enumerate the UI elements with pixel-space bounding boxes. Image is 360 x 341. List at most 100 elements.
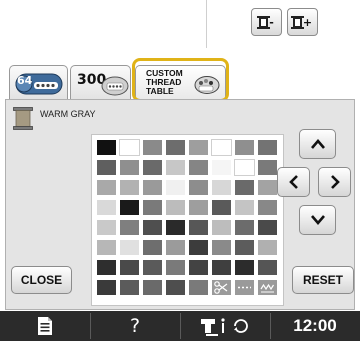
color-swatch[interactable]: [143, 180, 162, 195]
color-swatch[interactable]: [166, 180, 185, 195]
tab-64-label: 64: [17, 74, 33, 87]
close-button-label: CLOSE: [20, 273, 63, 287]
color-swatch[interactable]: [189, 260, 208, 275]
color-swatch[interactable]: [234, 159, 255, 176]
custom-tab-highlight: [132, 58, 229, 102]
color-swatch[interactable]: [189, 240, 208, 255]
thread-plus-label: +: [302, 15, 313, 29]
wave-function-cell[interactable]: [258, 280, 277, 295]
tab-64-colors[interactable]: 64: [9, 65, 68, 99]
color-swatch[interactable]: [166, 280, 185, 295]
color-swatch[interactable]: [189, 140, 208, 155]
chevron-right-icon: [330, 175, 340, 189]
color-swatch[interactable]: [235, 260, 254, 275]
machine-status-button[interactable]: [180, 311, 270, 341]
thread-chart-300-icon: [101, 76, 129, 96]
spool-icon: [290, 15, 304, 29]
color-swatch[interactable]: [166, 220, 185, 235]
color-swatch[interactable]: [258, 140, 277, 155]
color-swatch[interactable]: [120, 200, 139, 215]
dash-function-cell[interactable]: [235, 280, 254, 295]
color-swatch[interactable]: [212, 220, 231, 235]
spool-icon: [257, 15, 271, 29]
color-swatch[interactable]: [120, 160, 139, 175]
color-swatch[interactable]: [97, 200, 116, 215]
scroll-up-button[interactable]: [299, 129, 336, 159]
color-swatch[interactable]: [258, 240, 277, 255]
color-swatch[interactable]: [97, 240, 116, 255]
color-swatch[interactable]: [120, 260, 139, 275]
color-swatch[interactable]: [143, 220, 162, 235]
color-swatch[interactable]: [143, 140, 162, 155]
color-swatch[interactable]: [143, 160, 162, 175]
color-swatch[interactable]: [166, 260, 185, 275]
color-swatch[interactable]: [120, 180, 139, 195]
scissors-function-cell[interactable]: [212, 280, 231, 295]
color-swatch[interactable]: [97, 180, 116, 195]
stitch-pattern-icon: [260, 283, 275, 293]
color-swatch[interactable]: [189, 180, 208, 195]
color-swatch[interactable]: [212, 260, 231, 275]
color-swatch[interactable]: [212, 200, 231, 215]
dashed-line-icon: [238, 286, 251, 289]
color-swatch[interactable]: [189, 160, 208, 175]
color-swatch[interactable]: [166, 240, 185, 255]
color-grid: [91, 134, 284, 306]
color-swatch[interactable]: [97, 220, 116, 235]
color-swatch[interactable]: [120, 240, 139, 255]
thread-minus-button[interactable]: -: [251, 8, 282, 36]
color-swatch[interactable]: [119, 139, 140, 156]
color-swatch[interactable]: [258, 180, 277, 195]
color-swatch[interactable]: [166, 140, 185, 155]
color-swatch[interactable]: [212, 160, 231, 175]
close-button[interactable]: CLOSE: [11, 266, 72, 294]
thread-plus-button[interactable]: +: [287, 8, 318, 36]
chevron-left-icon: [288, 175, 298, 189]
scroll-left-button[interactable]: [277, 167, 310, 197]
selected-thread-spool-icon: [13, 107, 33, 130]
document-button[interactable]: [0, 311, 90, 341]
color-swatch[interactable]: [97, 280, 116, 295]
color-swatch[interactable]: [189, 200, 208, 215]
color-swatch[interactable]: [212, 240, 231, 255]
color-swatch[interactable]: [258, 260, 277, 275]
color-swatch[interactable]: [143, 240, 162, 255]
reset-button-label: RESET: [302, 273, 343, 287]
top-divider: [206, 0, 207, 48]
color-swatch[interactable]: [235, 220, 254, 235]
scroll-down-button[interactable]: [299, 205, 336, 235]
color-swatch[interactable]: [143, 260, 162, 275]
color-swatch[interactable]: [189, 220, 208, 235]
color-swatch[interactable]: [211, 139, 232, 156]
color-swatch[interactable]: [235, 240, 254, 255]
color-swatch[interactable]: [97, 260, 116, 275]
color-swatch[interactable]: [166, 160, 185, 175]
clock-time: 12:00: [293, 316, 337, 335]
color-swatch[interactable]: [120, 220, 139, 235]
chevron-up-icon: [310, 139, 325, 149]
color-swatch[interactable]: [166, 200, 185, 215]
color-swatch[interactable]: [120, 280, 139, 295]
color-swatch[interactable]: [235, 200, 254, 215]
color-swatch[interactable]: [235, 180, 254, 195]
scroll-right-button[interactable]: [318, 167, 351, 197]
color-swatch[interactable]: [143, 280, 162, 295]
chevron-down-icon: [310, 215, 325, 225]
selected-color-name: WARM GRAY: [40, 109, 96, 119]
color-swatch[interactable]: [189, 280, 208, 295]
color-swatch[interactable]: [258, 200, 277, 215]
color-swatch[interactable]: [97, 140, 116, 155]
tab-300-colors[interactable]: 300: [70, 65, 131, 99]
color-swatch[interactable]: [235, 140, 254, 155]
color-swatch[interactable]: [143, 200, 162, 215]
document-icon: [38, 317, 52, 335]
reset-button[interactable]: RESET: [292, 266, 354, 294]
clock: 12:00: [270, 311, 360, 341]
color-swatch[interactable]: [258, 220, 277, 235]
color-swatch[interactable]: [97, 160, 116, 175]
color-swatch[interactable]: [212, 180, 231, 195]
scissors-icon: [214, 281, 228, 294]
color-swatch[interactable]: [258, 160, 277, 175]
help-label: ?: [129, 315, 141, 337]
help-button[interactable]: ?: [90, 311, 180, 341]
